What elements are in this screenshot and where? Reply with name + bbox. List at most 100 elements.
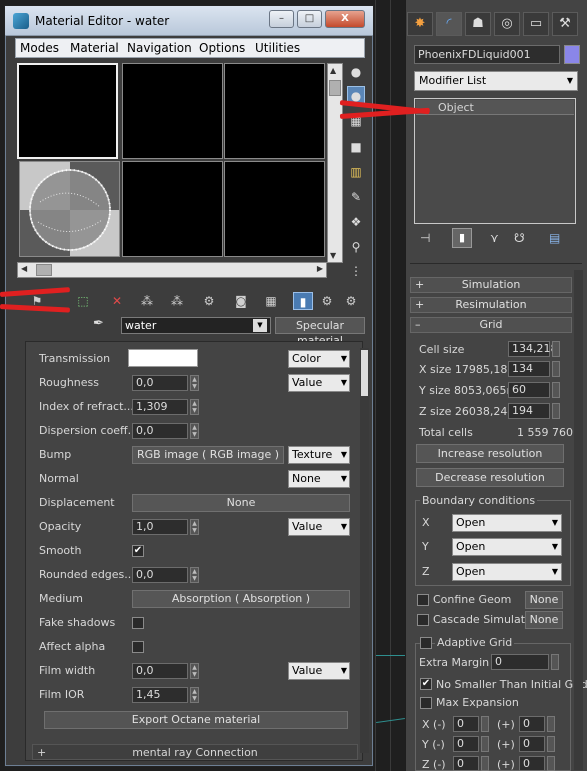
mental-ray-connection-rollout[interactable]: + mental ray Connection — [32, 744, 358, 760]
normal-mode-dropdown[interactable]: None ▼ — [288, 470, 350, 488]
menu-navigation[interactable]: Navigation — [127, 41, 192, 55]
sample-slot-3[interactable] — [224, 63, 325, 159]
slots-vertical-scrollbar[interactable]: ▲ ▼ — [327, 63, 343, 263]
cascade-simulator-button[interactable]: None — [525, 611, 563, 629]
z-plus-input[interactable]: 0 — [519, 756, 545, 771]
roughness-mode-dropdown[interactable]: Value ▼ — [288, 374, 350, 392]
bump-map-button[interactable]: RGB image ( RGB image ) — [132, 446, 284, 464]
close-button[interactable]: X — [325, 10, 365, 28]
film-width-spinner[interactable]: ▲ ▼ — [190, 663, 199, 679]
y-minus-input[interactable]: 0 — [453, 736, 479, 752]
put-to-scene-icon[interactable]: ⬚ — [73, 292, 93, 310]
modifier-list-dropdown[interactable]: Modifier List ▼ — [414, 71, 578, 91]
transmission-mode-dropdown[interactable]: Color ▼ — [288, 350, 350, 368]
resimulation-rollout[interactable]: + Resimulation — [410, 297, 572, 313]
opacity-mode-dropdown[interactable]: Value ▼ — [288, 518, 350, 536]
sample-slot-water[interactable] — [19, 161, 120, 257]
film-width-input[interactable]: 0,0 — [132, 663, 188, 679]
boundary-x-dropdown[interactable]: Open ▼ — [452, 514, 562, 532]
configure-modifier-sets-icon[interactable]: ▤ — [549, 231, 560, 245]
grid-rollout[interactable]: – Grid — [410, 317, 572, 333]
increase-resolution-button[interactable]: Increase resolution — [416, 444, 564, 463]
x-minus-spinner[interactable] — [481, 716, 489, 732]
extra-margin-spinner[interactable] — [551, 654, 559, 670]
title-bar[interactable]: Material Editor - water – □ X — [5, 6, 373, 36]
export-octane-material-button[interactable]: Export Octane material — [44, 711, 348, 729]
film-ior-spinner[interactable]: ▲ ▼ — [190, 687, 199, 703]
x-cells-input[interactable]: 134 — [508, 361, 550, 377]
x-cells-spinner[interactable] — [552, 361, 560, 377]
rounded-edges-input[interactable]: 0,0 — [132, 567, 188, 583]
object-name-field[interactable]: PhoenixFDLiquid001 — [414, 45, 560, 64]
ior-input[interactable]: 1,309 — [132, 399, 188, 415]
hierarchy-tab-icon[interactable]: ☗ — [465, 12, 491, 36]
z-cells-input[interactable]: 194 — [508, 403, 550, 419]
sample-uv-tiling-icon[interactable]: ■ — [347, 138, 365, 156]
put-to-library-icon[interactable]: ⁂ — [167, 292, 187, 310]
no-smaller-checkbox[interactable]: ✔ — [420, 678, 432, 690]
z-minus-spinner[interactable] — [481, 756, 489, 771]
display-tab-icon[interactable]: ▭ — [523, 12, 549, 36]
sample-slot-2[interactable] — [122, 63, 223, 159]
menu-modes[interactable]: Modes — [20, 41, 59, 55]
film-width-mode-dropdown[interactable]: Value ▼ — [288, 662, 350, 680]
x-plus-input[interactable]: 0 — [519, 716, 545, 732]
show-end-result-icon[interactable]: ▦ — [261, 292, 281, 310]
ior-spinner[interactable]: ▲ ▼ — [190, 399, 199, 415]
cascade-simulator-checkbox[interactable] — [417, 614, 429, 626]
roughness-input[interactable]: 0,0 — [132, 375, 188, 391]
y-cells-spinner[interactable] — [552, 382, 560, 398]
sample-slot-6[interactable] — [224, 161, 325, 257]
z-cells-spinner[interactable] — [552, 403, 560, 419]
modifier-stack[interactable]: Object — [414, 98, 576, 224]
go-to-parent-icon[interactable]: ▮ — [293, 292, 313, 310]
y-plus-input[interactable]: 0 — [519, 736, 545, 752]
material-id-channel-icon[interactable]: ⚙ — [199, 292, 219, 310]
menu-options[interactable]: Options — [199, 41, 245, 55]
go-forward-sibling-icon[interactable]: ⚙ — [317, 292, 337, 310]
slots-horizontal-scrollbar[interactable]: ◀ ▶ — [17, 262, 327, 278]
stack-item-object[interactable]: Object — [416, 100, 574, 115]
minimize-button[interactable]: – — [269, 10, 294, 28]
select-by-material-icon[interactable]: ⚲ — [347, 238, 365, 256]
make-unique-stack-icon[interactable]: ⋎ — [490, 231, 499, 245]
show-map-icon[interactable]: ◙ — [231, 292, 251, 310]
object-color-swatch[interactable] — [564, 45, 580, 64]
confine-geom-checkbox[interactable] — [417, 594, 429, 606]
dispersion-spinner[interactable]: ▲ ▼ — [190, 423, 199, 439]
material-type-button[interactable]: Specular material — [275, 317, 365, 347]
adaptive-grid-checkbox[interactable] — [420, 637, 432, 649]
make-unique-icon[interactable]: ⁂ — [137, 292, 157, 310]
opacity-spinner[interactable]: ▲ ▼ — [190, 519, 199, 535]
z-minus-input[interactable]: 0 — [453, 756, 479, 771]
boundary-y-dropdown[interactable]: Open ▼ — [452, 538, 562, 556]
sample-type-icon[interactable]: ● — [347, 63, 365, 81]
reset-map-icon[interactable]: ✕ — [107, 292, 127, 310]
sample-slot-1[interactable] — [17, 63, 118, 159]
film-ior-input[interactable]: 1,45 — [132, 687, 188, 703]
cell-size-spinner[interactable] — [552, 341, 560, 357]
transmission-color-swatch[interactable] — [128, 349, 198, 367]
material-map-navigator-icon[interactable]: ⋮ — [347, 262, 365, 280]
parameters-scrollbar[interactable] — [360, 348, 369, 753]
name-dropdown-arrow[interactable]: ▼ — [253, 319, 267, 332]
boundary-z-dropdown[interactable]: Open ▼ — [452, 563, 562, 581]
motion-tab-icon[interactable]: ◎ — [494, 12, 520, 36]
command-panel-scrollbar[interactable] — [574, 270, 583, 770]
pin-stack-icon[interactable]: ⊣ — [420, 231, 430, 245]
pick-material-icon[interactable]: ⚙ — [341, 292, 361, 310]
show-end-result-toggle-icon[interactable]: ▮ — [452, 228, 472, 248]
confine-geom-button[interactable]: None — [525, 591, 563, 609]
options-icon[interactable]: ❖ — [347, 213, 365, 231]
sample-slot-5[interactable] — [122, 161, 223, 257]
z-plus-spinner[interactable] — [547, 756, 555, 771]
roughness-spinner[interactable]: ▲ ▼ — [190, 375, 199, 391]
make-preview-icon[interactable]: ✎ — [347, 188, 365, 206]
max-expansion-checkbox[interactable] — [420, 697, 432, 709]
y-plus-spinner[interactable] — [547, 736, 555, 752]
extra-margin-input[interactable]: 0 — [491, 654, 549, 670]
medium-map-button[interactable]: Absorption ( Absorption ) — [132, 590, 350, 608]
remove-modifier-icon[interactable]: ☋ — [514, 231, 525, 245]
simulation-rollout[interactable]: + Simulation — [410, 277, 572, 293]
rounded-edges-spinner[interactable]: ▲ ▼ — [190, 567, 199, 583]
